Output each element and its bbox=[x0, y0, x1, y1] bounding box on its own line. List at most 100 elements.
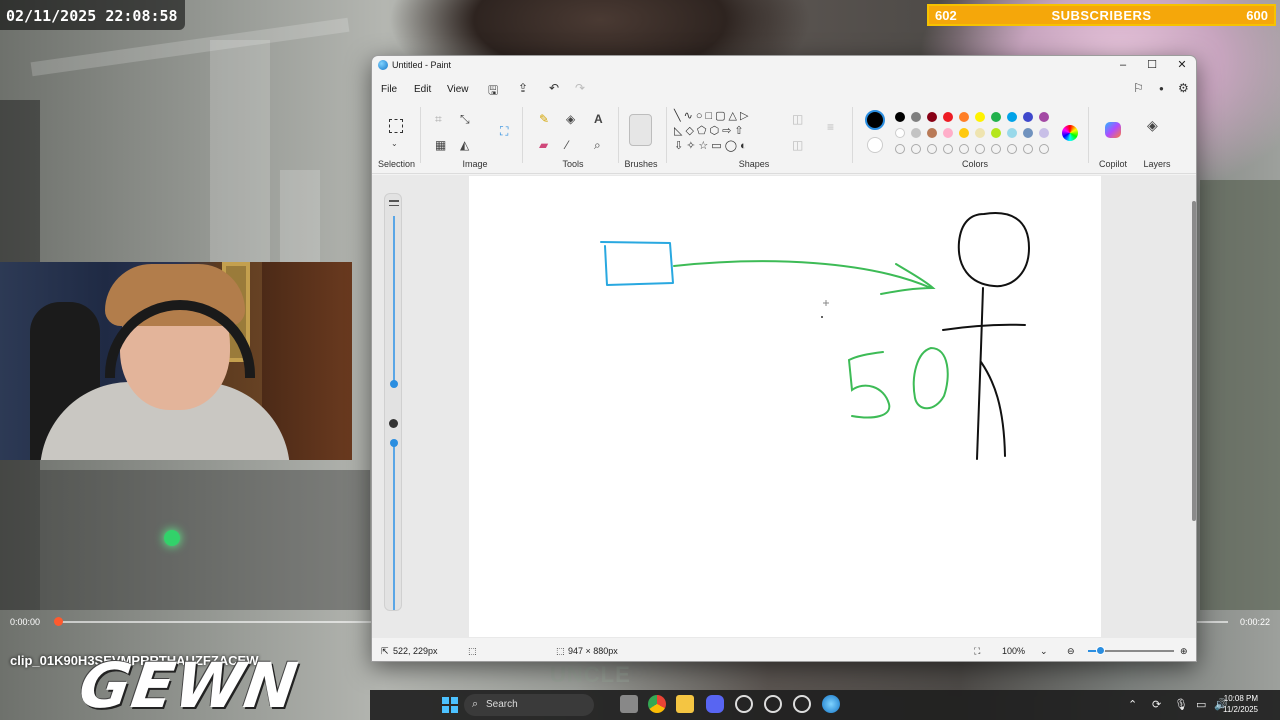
color-swatch[interactable] bbox=[1023, 112, 1033, 122]
secondary-color-swatch[interactable] bbox=[867, 137, 883, 153]
eraser-icon[interactable]: ▰ bbox=[539, 139, 548, 151]
notifications-icon[interactable]: ⚐ bbox=[1133, 81, 1144, 95]
color-swatch[interactable] bbox=[975, 112, 985, 122]
color-swatch[interactable] bbox=[895, 128, 905, 138]
subscriber-goal-bar: 602 SUBSCRIBERS 600 bbox=[927, 4, 1276, 26]
custom-color-slot[interactable] bbox=[943, 144, 953, 154]
save-icon[interactable]: 🖫 bbox=[488, 81, 498, 102]
rotate-icon[interactable]: ▦ bbox=[435, 139, 446, 151]
zoom-level[interactable]: 100% bbox=[1002, 646, 1025, 656]
zoom-knob[interactable] bbox=[1096, 646, 1105, 655]
fill-icon[interactable]: ◈ bbox=[566, 113, 575, 125]
color-swatch[interactable] bbox=[1007, 112, 1017, 122]
clock-app-icon[interactable] bbox=[735, 695, 753, 713]
color-swatch[interactable] bbox=[959, 112, 969, 122]
seek-knob[interactable] bbox=[54, 617, 63, 626]
selection-size-icon: ⬚ bbox=[468, 646, 477, 656]
size-knob[interactable] bbox=[390, 380, 398, 388]
close-button[interactable]: ✕ bbox=[1167, 56, 1196, 75]
image-creator-icon[interactable]: ⛶ bbox=[500, 125, 508, 137]
color-swatch[interactable] bbox=[1039, 112, 1049, 122]
taskbar-search[interactable]: ⌕ Search bbox=[464, 694, 594, 716]
opacity-knob[interactable] bbox=[390, 439, 398, 447]
custom-color-slot[interactable] bbox=[991, 144, 1001, 154]
crop-icon[interactable]: ⌗ bbox=[435, 113, 442, 125]
color-swatch[interactable] bbox=[991, 112, 1001, 122]
edit-colors-icon[interactable] bbox=[1062, 125, 1078, 141]
color-swatch[interactable] bbox=[943, 128, 953, 138]
color-swatch[interactable] bbox=[1039, 128, 1049, 138]
display-icon[interactable]: ▭ bbox=[1196, 698, 1206, 711]
color-swatch[interactable] bbox=[959, 128, 969, 138]
selection-icon[interactable] bbox=[389, 119, 403, 133]
windows-start-icon[interactable] bbox=[442, 697, 458, 713]
custom-color-slot[interactable] bbox=[959, 144, 969, 154]
mic-icon[interactable]: 🎙 bbox=[1174, 698, 1188, 711]
color-swatch[interactable] bbox=[1007, 128, 1017, 138]
size-track[interactable] bbox=[393, 216, 395, 384]
group-tools: Tools bbox=[562, 159, 584, 169]
stray-dot bbox=[821, 316, 823, 318]
drawing-canvas[interactable] bbox=[469, 176, 1101, 637]
share-icon[interactable]: ⇪ bbox=[518, 81, 528, 95]
chrome-icon[interactable] bbox=[648, 695, 666, 713]
undo-icon[interactable]: ↶ bbox=[549, 81, 559, 95]
size-icon[interactable]: ≡ bbox=[827, 121, 834, 133]
chevron-up-icon[interactable]: ⌃ bbox=[1128, 698, 1137, 711]
redo-icon[interactable]: ↷ bbox=[575, 81, 585, 95]
color-swatch[interactable] bbox=[943, 112, 953, 122]
vertical-scrollbar[interactable] bbox=[1192, 179, 1196, 631]
menu-edit[interactable]: Edit bbox=[414, 84, 431, 95]
obs-icon[interactable] bbox=[764, 695, 782, 713]
minimize-button[interactable]: – bbox=[1108, 56, 1138, 75]
shapes-gallery[interactable]: ╲∿○□▢△▷ ◺◇⬠⬡⇨⇧ ⇩✧☆▭◯◐ bbox=[674, 109, 780, 154]
paint-taskbar-icon[interactable] bbox=[822, 695, 840, 713]
flip-icon[interactable]: ◭ bbox=[460, 139, 469, 151]
resize-icon[interactable]: ⤡ bbox=[460, 113, 470, 125]
opacity-track[interactable] bbox=[393, 444, 395, 610]
color-swatch[interactable] bbox=[927, 128, 937, 138]
maximize-button[interactable]: ☐ bbox=[1137, 56, 1167, 75]
color-swatch[interactable] bbox=[927, 112, 937, 122]
zoom-out-icon[interactable]: ⊖ bbox=[1067, 646, 1075, 657]
custom-color-slot[interactable] bbox=[911, 144, 921, 154]
color-swatch[interactable] bbox=[895, 112, 905, 122]
settings-icon[interactable]: ⚙ bbox=[1178, 81, 1189, 95]
custom-color-slot[interactable] bbox=[1007, 144, 1017, 154]
custom-color-slot[interactable] bbox=[927, 144, 937, 154]
color-swatch[interactable] bbox=[991, 128, 1001, 138]
fill-shape-icon[interactable]: ◫ bbox=[792, 139, 803, 151]
chevron-down-icon[interactable]: ⌄ bbox=[1040, 646, 1048, 657]
color-picker-icon[interactable]: ⁄ bbox=[566, 139, 568, 151]
menu-file[interactable]: File bbox=[381, 84, 397, 95]
media-player-icon[interactable] bbox=[793, 695, 811, 713]
menu-view[interactable]: View bbox=[447, 84, 469, 95]
color-swatch[interactable] bbox=[1023, 128, 1033, 138]
custom-color-slot[interactable] bbox=[1039, 144, 1049, 154]
custom-color-slot[interactable] bbox=[895, 144, 905, 154]
color-swatch[interactable] bbox=[975, 128, 985, 138]
color-swatch[interactable] bbox=[911, 112, 921, 122]
copilot-icon[interactable] bbox=[1105, 122, 1121, 138]
outline-icon[interactable]: ◫ bbox=[792, 113, 803, 125]
custom-color-slot[interactable] bbox=[975, 144, 985, 154]
scroll-thumb[interactable] bbox=[1192, 201, 1196, 521]
zoom-in-icon[interactable]: ⊕ bbox=[1180, 646, 1188, 657]
account-icon[interactable]: ● bbox=[1159, 84, 1164, 93]
color-swatch[interactable] bbox=[911, 128, 921, 138]
fit-to-window-icon[interactable]: ⛶ bbox=[974, 646, 980, 657]
chevron-down-icon[interactable]: ⌄ bbox=[391, 138, 398, 150]
taskbar-clock[interactable]: 10:08 PM 11/2/2025 bbox=[1223, 693, 1258, 715]
custom-color-slot[interactable] bbox=[1023, 144, 1033, 154]
brush-icon[interactable] bbox=[629, 114, 652, 146]
pencil-icon[interactable]: ✎ bbox=[539, 113, 549, 125]
brush-size-slider[interactable] bbox=[384, 193, 402, 611]
layers-icon[interactable]: ◈ bbox=[1147, 118, 1158, 132]
text-icon[interactable]: A bbox=[594, 113, 603, 125]
network-icon[interactable]: ⟳ bbox=[1152, 698, 1161, 711]
primary-color-swatch[interactable] bbox=[865, 110, 885, 130]
discord-icon[interactable] bbox=[706, 695, 724, 713]
magnifier-icon[interactable]: ⌕ bbox=[594, 139, 601, 151]
taskview-icon[interactable] bbox=[620, 695, 638, 713]
file-explorer-icon[interactable] bbox=[676, 695, 694, 713]
